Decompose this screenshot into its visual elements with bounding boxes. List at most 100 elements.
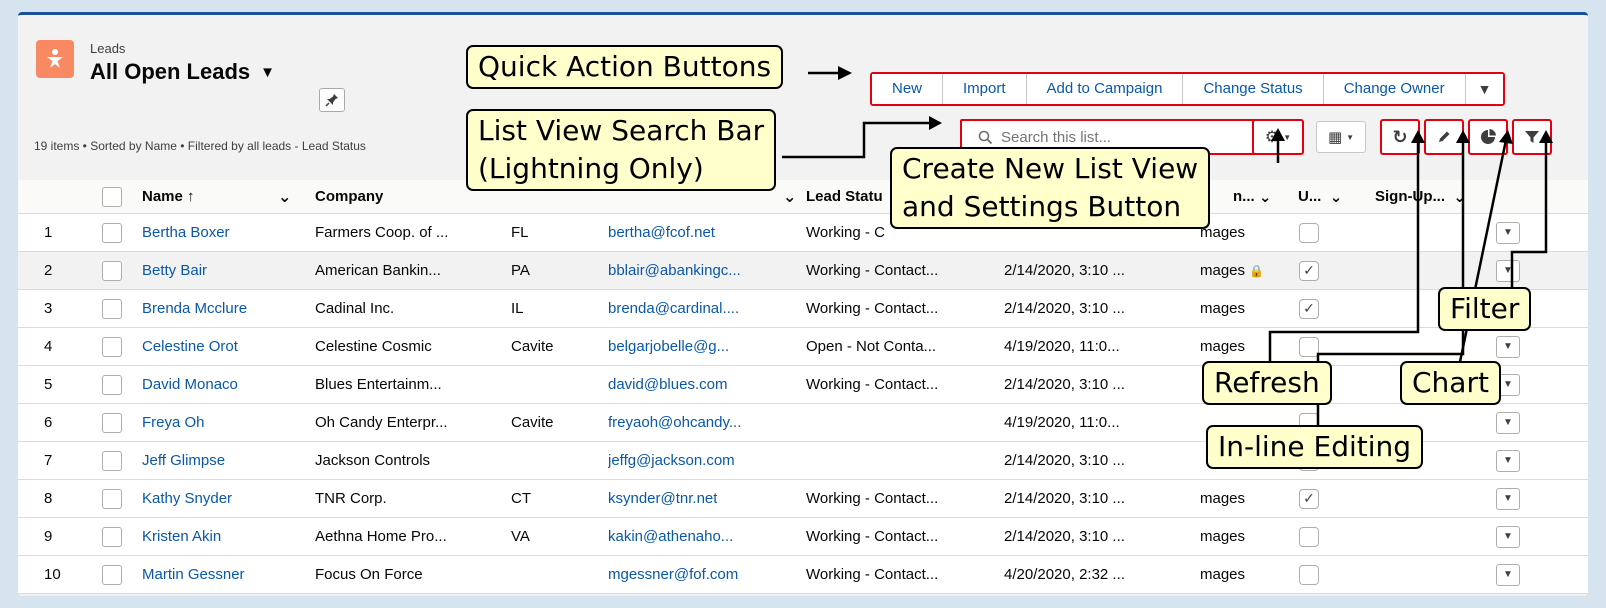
change-status-button[interactable]: Change Status bbox=[1183, 74, 1324, 104]
lead-name-link[interactable]: Brenda Mcclure bbox=[142, 290, 247, 327]
column-header-lead-status[interactable]: Lead Statu bbox=[806, 180, 883, 213]
row-select-checkbox[interactable] bbox=[102, 526, 122, 547]
email-link[interactable]: jeffg@jackson.com bbox=[608, 442, 735, 479]
lead-name-link[interactable]: Kathy Snyder bbox=[142, 480, 232, 517]
email-link[interactable]: david@blues.com bbox=[608, 366, 727, 403]
filter-button[interactable] bbox=[1512, 119, 1552, 155]
row-actions-menu[interactable]: ▼ bbox=[1496, 259, 1520, 282]
display-as-button[interactable]: ▦ ▼ bbox=[1316, 121, 1366, 153]
new-button[interactable]: New bbox=[872, 74, 944, 104]
list-view-settings-button[interactable]: ⚙ ▼ bbox=[1252, 119, 1304, 155]
quick-action-buttons: New Import Add to Campaign Change Status… bbox=[870, 72, 1506, 106]
leads-object-icon bbox=[36, 40, 74, 78]
lead-name-link[interactable]: Celestine Orot bbox=[142, 328, 238, 365]
more-actions-button[interactable]: ▼ bbox=[1465, 74, 1504, 104]
row-actions-menu[interactable]: ▼ bbox=[1496, 221, 1520, 244]
refresh-button[interactable]: ↻ bbox=[1380, 119, 1420, 155]
lead-name-link[interactable]: Bertha Boxer bbox=[142, 214, 230, 251]
row-select-checkbox[interactable] bbox=[102, 222, 122, 243]
list-view-meta: 19 items • Sorted by Name • Filtered by … bbox=[34, 139, 366, 153]
lead-name-link[interactable]: Betty Bair bbox=[142, 252, 207, 289]
email-link[interactable]: belgarjobelle@g... bbox=[608, 328, 729, 365]
row-select-checkbox[interactable] bbox=[102, 298, 122, 319]
row-actions-menu[interactable]: ▼ bbox=[1496, 525, 1520, 548]
chevron-down-icon: ▼ bbox=[1346, 132, 1355, 142]
email-link[interactable]: freyaoh@ohcandy... bbox=[608, 404, 741, 441]
chevron-down-icon: ▼ bbox=[1503, 379, 1513, 390]
row-select-checkbox[interactable] bbox=[102, 450, 122, 471]
pin-icon bbox=[325, 94, 338, 107]
table-row: 4 Celestine Orot Celestine Cosmic Cavite… bbox=[18, 328, 1588, 366]
state-cell: IL bbox=[511, 300, 524, 317]
column-header-company[interactable]: Company bbox=[315, 180, 383, 213]
row-actions-menu[interactable]: ▼ bbox=[1496, 563, 1520, 586]
row-select-checkbox[interactable] bbox=[102, 564, 122, 585]
email-link[interactable]: ksynder@tnr.net bbox=[608, 480, 717, 517]
gear-icon: ⚙ bbox=[1264, 129, 1280, 146]
created-date-cell: 4/19/2020, 11:0... bbox=[1004, 338, 1120, 355]
company-cell: Oh Candy Enterpr... bbox=[315, 414, 448, 431]
lead-name-link[interactable]: Jeff Glimpse bbox=[142, 442, 225, 479]
row-actions-menu[interactable]: ▼ bbox=[1496, 449, 1520, 472]
lead-name-link[interactable]: David Monaco bbox=[142, 366, 238, 403]
callout-refresh: Refresh bbox=[1202, 361, 1332, 405]
row-actions-menu[interactable]: ▼ bbox=[1496, 411, 1520, 434]
lead-name-link[interactable]: Martin Gessner bbox=[142, 556, 245, 593]
row-select-checkbox[interactable] bbox=[102, 412, 122, 433]
chevron-down-icon[interactable]: ⌄ bbox=[783, 180, 796, 213]
chevron-down-icon[interactable]: ⌄ bbox=[278, 180, 291, 213]
table-row: 8 Kathy Snyder TNR Corp. CT ksynder@tnr.… bbox=[18, 480, 1588, 518]
lead-name-link[interactable]: Freya Oh bbox=[142, 404, 205, 441]
owner-alias-cell: mages 🔒 bbox=[1200, 262, 1265, 279]
row-actions-menu[interactable]: ▼ bbox=[1496, 487, 1520, 510]
email-link[interactable]: brenda@cardinal.... bbox=[608, 290, 739, 327]
state-cell: FL bbox=[511, 224, 529, 241]
column-header-unread[interactable]: U... ⌄ bbox=[1298, 180, 1342, 213]
table-row: 2 Betty Bair American Bankin... PA bblai… bbox=[18, 252, 1588, 290]
row-actions-menu[interactable]: ▼ bbox=[1496, 335, 1520, 358]
column-header-owner-alias[interactable]: n... ⌄ bbox=[1233, 180, 1271, 213]
chart-button[interactable] bbox=[1468, 119, 1508, 155]
email-link[interactable]: bblair@abankingc... bbox=[608, 252, 741, 289]
row-select-checkbox[interactable] bbox=[102, 336, 122, 357]
search-icon bbox=[978, 130, 993, 144]
created-date-cell: 2/14/2020, 3:10 ... bbox=[1004, 262, 1125, 279]
filter-icon bbox=[1525, 131, 1539, 143]
select-all-checkbox[interactable] bbox=[102, 186, 122, 207]
table-row: 5 David Monaco Blues Entertainm... david… bbox=[18, 366, 1588, 404]
lead-status-cell: Working - Contact... bbox=[806, 566, 939, 583]
company-cell: Focus On Force bbox=[315, 566, 423, 583]
lead-status-cell: Open - Not Conta... bbox=[806, 338, 937, 355]
email-link[interactable]: mgessner@fof.com bbox=[608, 556, 738, 593]
table-row: 3 Brenda Mcclure Cadinal Inc. IL brenda@… bbox=[18, 290, 1588, 328]
company-cell: Farmers Coop. of ... bbox=[315, 224, 449, 241]
import-button[interactable]: Import bbox=[943, 74, 1027, 104]
company-cell: Blues Entertainm... bbox=[315, 376, 442, 393]
inline-edit-button[interactable] bbox=[1424, 119, 1464, 155]
list-view-selector[interactable]: All Open Leads ▼ bbox=[90, 59, 275, 85]
change-owner-button[interactable]: Change Owner bbox=[1323, 74, 1466, 104]
row-select-checkbox[interactable] bbox=[102, 260, 122, 281]
created-date-cell: 2/14/2020, 3:10 ... bbox=[1004, 376, 1125, 393]
lead-status-cell: Working - Contact... bbox=[806, 300, 939, 317]
company-cell: Jackson Controls bbox=[315, 452, 431, 469]
column-header-signup[interactable]: Sign-Up... ⌄ bbox=[1375, 180, 1466, 213]
add-to-campaign-button[interactable]: Add to Campaign bbox=[1026, 74, 1184, 104]
lead-status-cell: Working - Contact... bbox=[806, 376, 939, 393]
created-date-cell: 4/20/2020, 2:32 ... bbox=[1004, 566, 1125, 583]
row-select-checkbox[interactable] bbox=[102, 488, 122, 509]
pencil-icon bbox=[1439, 131, 1450, 142]
chevron-down-icon: ▼ bbox=[1503, 531, 1513, 542]
row-number: 7 bbox=[44, 452, 53, 469]
row-select-checkbox[interactable] bbox=[102, 374, 122, 395]
lead-name-link[interactable]: Kristen Akin bbox=[142, 518, 221, 555]
email-link[interactable]: kakin@athenaho... bbox=[608, 518, 733, 555]
email-link[interactable]: bertha@fcof.net bbox=[608, 214, 715, 251]
chevron-down-icon: ⌄ bbox=[1329, 188, 1343, 206]
table-row: 9 Kristen Akin Aethna Home Pro... VA kak… bbox=[18, 518, 1588, 556]
callout-inline-editing: In-line Editing bbox=[1206, 425, 1424, 469]
company-cell: Cadinal Inc. bbox=[315, 300, 395, 317]
search-input[interactable] bbox=[1001, 128, 1251, 146]
callout-quick-action-buttons: Quick Action Buttons bbox=[466, 45, 784, 89]
pin-list-view-button[interactable] bbox=[319, 88, 345, 112]
